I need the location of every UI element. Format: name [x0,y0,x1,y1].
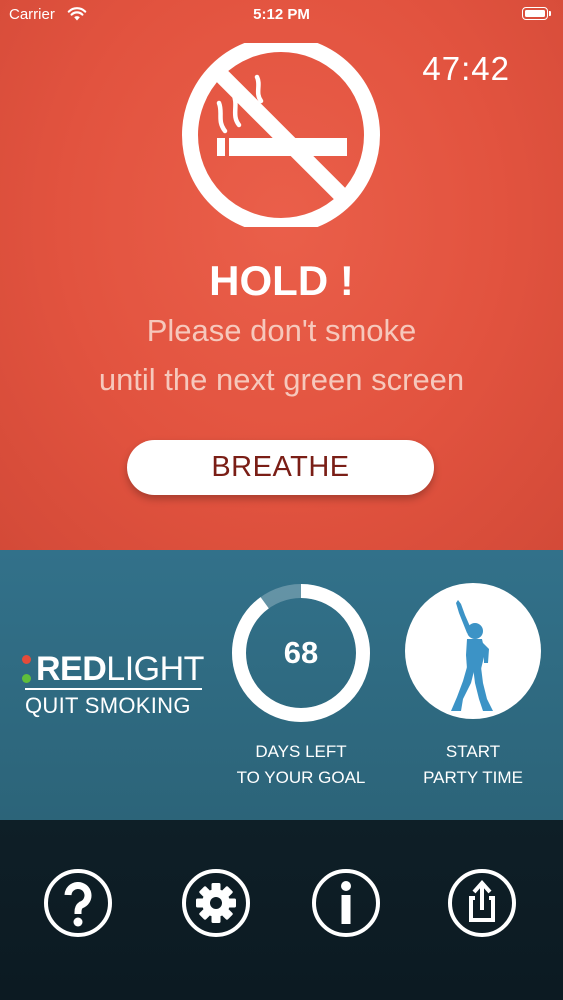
share-button[interactable] [447,868,517,938]
info-icon [312,869,380,937]
hold-title: HOLD ! [209,257,354,304]
stats-panel: RED LIGHT QUIT SMOKING 68 DAYS LEFT TO YO… [0,550,563,820]
alert-message-line1: Please don't smoke [146,313,417,348]
party-time-label: START PARTY TIME [383,739,563,791]
days-left-label: DAYS LEFT TO YOUR GOAL [211,739,391,791]
logo-tagline: QUIT SMOKING [25,692,191,718]
logo-wordmark-bold: RED [36,649,107,688]
alert-message-line2: until the next green screen [98,362,465,397]
battery-icon [522,7,551,20]
traffic-light-icon [22,655,31,683]
party-time-button[interactable] [405,583,541,719]
days-left-label-line1: DAYS LEFT [255,742,347,761]
gear-icon [182,869,250,937]
bottom-toolbar [0,820,563,1000]
logo-wordmark-light: LIGHT [106,649,204,688]
status-bar: Carrier 5:12 PM [0,0,563,30]
help-button[interactable] [43,868,113,938]
alert-panel: Carrier 5:12 PM 47:42 HOLD ! Please don'… [0,0,563,550]
info-button[interactable] [311,868,381,938]
party-time-label-line2: PARTY TIME [423,768,523,787]
settings-button[interactable] [181,868,251,938]
question-icon [44,869,112,937]
days-left-count: 68 [283,635,319,670]
dancer-icon [451,600,493,711]
clock: 5:12 PM [253,6,310,23]
days-left-label-line2: TO YOUR GOAL [236,768,366,787]
no-smoking-icon [182,43,380,227]
party-time-label-line1: START [445,742,501,761]
redlight-logo: RED LIGHT QUIT SMOKING [22,649,212,719]
countdown-timer: 47:42 [422,50,510,87]
breathe-button[interactable]: BREATHE [127,440,434,495]
share-icon [448,869,516,937]
